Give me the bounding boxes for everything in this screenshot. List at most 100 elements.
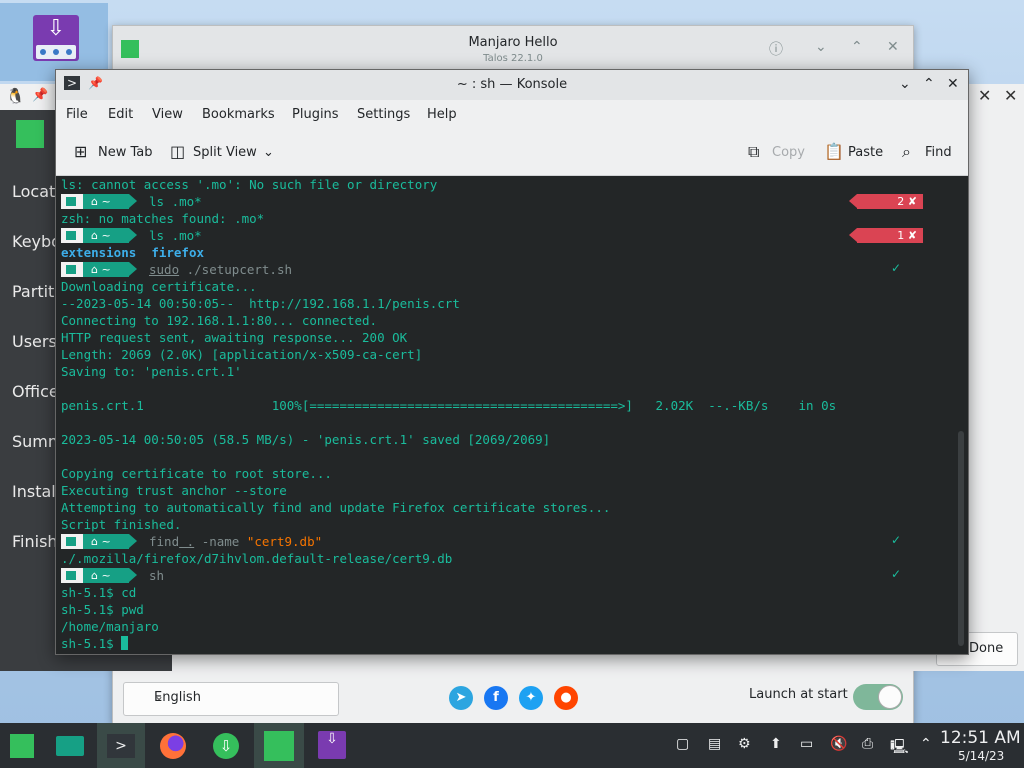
- scrollbar-thumb[interactable]: [958, 431, 964, 646]
- clock-date[interactable]: 5/14/23: [958, 749, 1004, 763]
- manjaro-prompt-icon: [61, 194, 83, 209]
- terminal-line: Connecting to 192.168.1.1:80... connecte…: [61, 313, 378, 328]
- konsole-window: > 📌 ~ : sh — Konsole ⌄ ⌃ ✕ File Edit Vie…: [55, 69, 969, 655]
- menu-file[interactable]: File: [66, 107, 88, 122]
- terminal-line: --2023-05-14 00:50:05-- http://192.168.1…: [61, 296, 460, 311]
- terminal-line: Saving to: 'penis.crt.1': [61, 364, 242, 379]
- sidebar-item-office[interactable]: Office: [12, 382, 59, 401]
- menu-help[interactable]: Help: [427, 107, 457, 122]
- sidebar-item-install[interactable]: Instal: [12, 482, 56, 501]
- menu-edit[interactable]: Edit: [108, 107, 133, 122]
- menu-bookmarks[interactable]: Bookmarks: [202, 107, 275, 122]
- taskbar: > ⇩ ⇩ ▢ ▤ ⚙ ⬆ ▭ 🔇 ⎙ 🖳 ⌃ 12:51 AM 5/14/23: [0, 723, 1024, 768]
- tray-expand-icon[interactable]: ⌃: [920, 736, 932, 752]
- success-check-icon: ✓: [890, 533, 901, 547]
- terminal-line: 2023-05-14 00:50:05 (58.5 MB/s) - 'penis…: [61, 432, 551, 447]
- terminal-line: Copying certificate to root store...: [61, 466, 332, 481]
- sidebar-item-finish[interactable]: Finish: [12, 532, 58, 551]
- reddit-icon[interactable]: ●: [554, 686, 578, 710]
- menu-view[interactable]: View: [152, 107, 183, 122]
- installer-close-icon[interactable]: ✕: [978, 86, 991, 105]
- konsole-task-icon[interactable]: >: [97, 723, 145, 768]
- menu-plugins[interactable]: Plugins: [292, 107, 339, 122]
- terminal-line: penis.crt.1 100%[=======================…: [61, 398, 837, 413]
- terminal-scrollbar[interactable]: [954, 176, 968, 654]
- terminal-line: ls: cannot access '.mo': No such file or…: [61, 177, 438, 192]
- volume-muted-icon[interactable]: 🔇: [830, 736, 847, 752]
- clipboard-icon[interactable]: ▤: [708, 736, 721, 752]
- terminal-line: /home/manjaro: [61, 619, 159, 634]
- sidebar-item-keyboard[interactable]: Keybo: [12, 232, 61, 251]
- terminal-prompt: ⌂ ~ sudo ./setupcert.sh ✓: [61, 261, 941, 277]
- launch-at-start-toggle[interactable]: [853, 684, 903, 710]
- app-icon: 🐧: [6, 87, 25, 105]
- file-manager-icon[interactable]: [48, 723, 92, 768]
- terminal-tray-icon[interactable]: ▭: [800, 736, 813, 752]
- terminal-command: find . -name "cert9.db": [149, 534, 323, 549]
- usb-icon[interactable]: ⎙: [862, 736, 873, 752]
- split-view-icon: ◫: [170, 142, 186, 161]
- pin-icon[interactable]: 📌: [32, 88, 48, 103]
- chevron-down-icon: ⌄: [154, 689, 165, 703]
- telegram-icon[interactable]: ➤: [449, 686, 473, 710]
- twitter-icon[interactable]: ✦: [519, 686, 543, 710]
- maximize-icon[interactable]: ⌃: [923, 76, 935, 92]
- prompt-dir: ⌂ ~: [83, 262, 137, 277]
- menu-settings[interactable]: Settings: [357, 107, 410, 122]
- prompt-dir: ⌂ ~: [83, 228, 137, 243]
- terminal-area[interactable]: ls: cannot access '.mo': No such file or…: [56, 176, 954, 654]
- terminal-line: sh-5.1$ cd: [61, 585, 137, 600]
- download-manager-icon[interactable]: ⇩: [204, 723, 248, 768]
- prompt-dir: ⌂ ~: [83, 194, 137, 209]
- minimize-icon[interactable]: ⌄: [899, 76, 911, 92]
- prompt-dir: ⌂ ~: [83, 568, 137, 583]
- find-button[interactable]: Find: [925, 145, 952, 160]
- paste-button[interactable]: Paste: [848, 145, 883, 160]
- terminal-prompt: ⌂ ~ find . -name "cert9.db" ✓: [61, 533, 941, 549]
- sidebar-item-location[interactable]: Locati: [12, 182, 60, 201]
- terminal-command: sh: [149, 568, 165, 583]
- updates-icon[interactable]: ⬆: [770, 736, 782, 752]
- terminal-prompt: ⌂ ~ sh ✓: [61, 567, 941, 583]
- terminal-command: ls .mo*: [149, 228, 202, 243]
- menubar: File Edit View Bookmarks Plugins Setting…: [56, 100, 968, 130]
- app-menu-button[interactable]: [0, 723, 44, 768]
- hello-footer: English ⌄ ➤ f ✦ ● Launch at start: [113, 672, 913, 724]
- copy-button[interactable]: Copy: [772, 145, 805, 160]
- installer-task-icon[interactable]: ⇩: [308, 723, 356, 768]
- hello-subtitle: Talos 22.1.0: [483, 53, 543, 64]
- terminal-prompt: ⌂ ~ ls .mo* 1 ✘: [61, 227, 941, 243]
- sidebar-item-partitions[interactable]: Partiti: [12, 282, 59, 301]
- kde-connect-icon[interactable]: ⚙: [738, 736, 751, 752]
- clock-time[interactable]: 12:51 AM: [940, 728, 1021, 748]
- terminal-command: sudo ./setupcert.sh: [149, 262, 292, 277]
- hello-title: Manjaro Hello: [468, 35, 558, 50]
- network-icon[interactable]: 🖳: [890, 736, 909, 760]
- konsole-title: ~ : sh — Konsole: [456, 77, 568, 92]
- show-desktop-icon[interactable]: ▢: [676, 736, 689, 752]
- terminal-line: HTTP request sent, awaiting response... …: [61, 330, 408, 345]
- firefox-icon[interactable]: [151, 723, 195, 768]
- chevron-down-icon[interactable]: ⌄: [263, 145, 274, 160]
- hello-titlebar[interactable]: Manjaro Hello Talos 22.1.0 ⓘ ⌄ ⌃ ✕: [113, 26, 913, 72]
- manjaro-prompt-icon: [61, 262, 83, 277]
- terminal-line: extensions firefox: [61, 245, 205, 260]
- terminal-line: Downloading certificate...: [61, 279, 257, 294]
- terminal-line: Attempting to automatically find and upd…: [61, 500, 611, 515]
- sidebar-item-users[interactable]: Users: [12, 332, 57, 351]
- info-icon[interactable]: ⓘ: [769, 39, 783, 59]
- facebook-icon[interactable]: f: [484, 686, 508, 710]
- language-select[interactable]: English ⌄: [123, 682, 339, 716]
- split-view-button[interactable]: Split View: [193, 145, 257, 160]
- close-icon[interactable]: ✕: [947, 76, 959, 92]
- close-icon[interactable]: ✕: [887, 39, 899, 55]
- manjaro-prompt-icon: [61, 228, 83, 243]
- maximize-icon[interactable]: ⌃: [851, 39, 863, 55]
- konsole-titlebar[interactable]: > 📌 ~ : sh — Konsole ⌄ ⌃ ✕: [56, 70, 968, 100]
- installer-close2-icon[interactable]: ✕: [1004, 86, 1017, 105]
- error-status-badge: 2 ✘: [849, 194, 923, 209]
- manjaro-hello-task-icon[interactable]: [254, 723, 304, 768]
- terminal-line: sh-5.1$: [61, 635, 129, 652]
- new-tab-button[interactable]: New Tab: [98, 145, 153, 160]
- minimize-icon[interactable]: ⌄: [815, 39, 827, 55]
